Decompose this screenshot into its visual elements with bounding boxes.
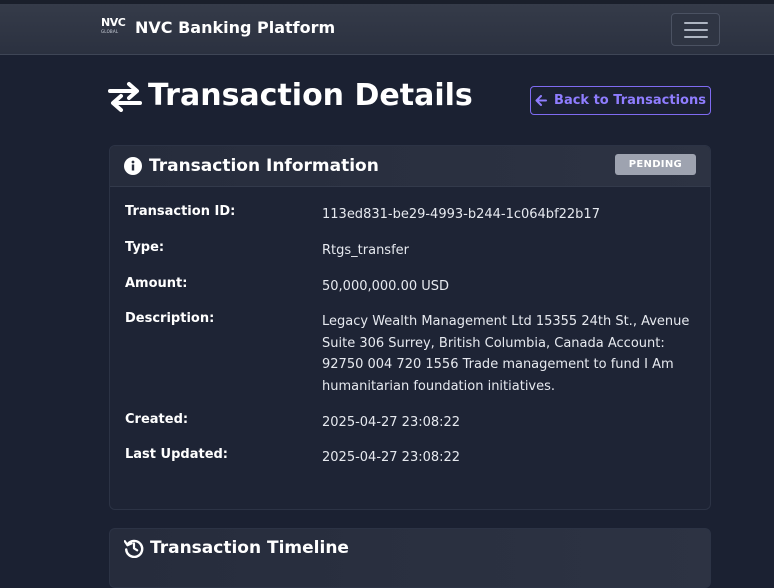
detail-value: 113ed831-be29-4993-b244-1c064bf22b17 (322, 207, 600, 222)
page-title-text: Transaction Details (148, 78, 473, 113)
history-icon (124, 539, 144, 558)
arrow-left-icon (535, 95, 548, 106)
hamburger-menu-icon[interactable] (671, 13, 720, 46)
detail-label: Description: (125, 311, 215, 326)
detail-label: Last Updated: (125, 447, 229, 462)
detail-value: 50,000,000.00 USD (322, 279, 450, 294)
brand-link[interactable]: NVC GLOBAL NVC Banking Platform (101, 17, 335, 37)
detail-label: Type: (125, 240, 165, 255)
top-navbar: NVC GLOBAL NVC Banking Platform (0, 0, 774, 55)
brand-logo-subtext: GLOBAL (101, 29, 119, 34)
card-header: Transaction Information PENDING (110, 146, 710, 187)
back-button-label: Back to Transactions (554, 93, 706, 108)
detail-label: Transaction ID: (125, 204, 236, 219)
detail-row-type: Type: Rtgs_transfer (125, 240, 694, 262)
detail-row-last-updated: Last Updated: 2025-04-27 23:08:22 (125, 447, 694, 469)
detail-value: 2025-04-27 23:08:22 (322, 450, 461, 465)
brand-logo: NVC GLOBAL (101, 16, 126, 37)
card-title: Transaction Timeline (150, 538, 349, 558)
brand-logo-text: NVC (101, 16, 126, 29)
detail-value: 2025-04-27 23:08:22 (322, 415, 461, 430)
status-badge: PENDING (614, 154, 696, 175)
brand-name: NVC Banking Platform (135, 17, 336, 37)
back-to-transactions-button[interactable]: Back to Transactions (530, 86, 711, 115)
page-title: Transaction Details (108, 78, 473, 113)
detail-row-created: Created: 2025-04-27 23:08:22 (125, 412, 694, 434)
detail-label: Amount: (125, 276, 188, 291)
detail-label: Created: (125, 412, 189, 427)
exchange-arrows-icon (108, 81, 142, 112)
card-title: Transaction Information (149, 156, 379, 176)
detail-value: Legacy Wealth Management Ltd 15355 24th … (322, 314, 690, 394)
detail-row-transaction-id: Transaction ID: 113ed831-be29-4993-b244-… (125, 204, 694, 226)
transaction-timeline-card: Transaction Timeline (109, 528, 711, 588)
detail-row-description: Description: Legacy Wealth Management Lt… (125, 311, 694, 397)
transaction-info-card: Transaction Information PENDING Transact… (109, 145, 711, 510)
detail-row-amount: Amount: 50,000,000.00 USD (125, 276, 694, 298)
info-circle-icon (124, 157, 142, 175)
detail-value: Rtgs_transfer (322, 243, 409, 258)
